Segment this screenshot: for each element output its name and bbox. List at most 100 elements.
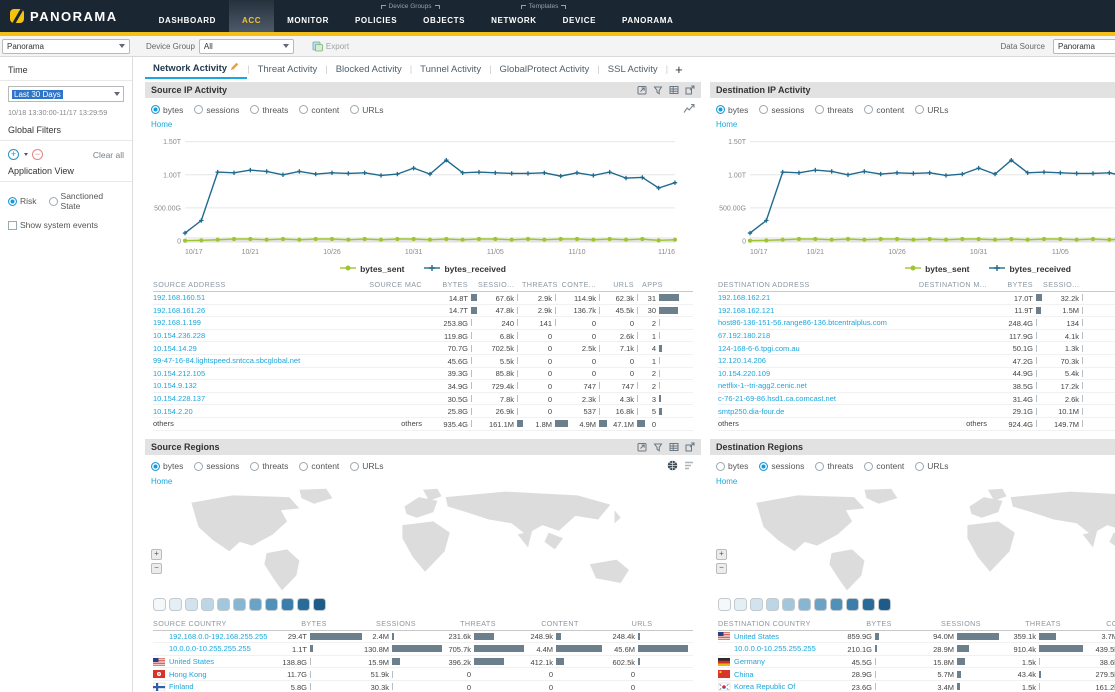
metric-radio-threats[interactable]: threats [815, 461, 853, 471]
metric-radio-threats[interactable]: threats [250, 105, 288, 115]
country-cell[interactable]: China [718, 670, 838, 679]
table-row[interactable]: China28.9G5.7M43.4k279.5k [718, 668, 1115, 681]
address-cell[interactable]: 10.154.236.228 [153, 331, 338, 340]
table-row[interactable]: 10.154.220.10944.9G5.4k [718, 368, 1115, 381]
nav-item-monitor[interactable]: MONITOR [274, 0, 342, 32]
table-row[interactable]: 10.154.228.13730.5G7.8k02.3k4.3k3 [153, 393, 693, 406]
continent-shape[interactable] [299, 488, 332, 503]
remove-filter-button[interactable]: − [32, 149, 43, 160]
metric-radio-bytes[interactable]: bytes [716, 105, 748, 115]
filter-icon[interactable] [653, 442, 663, 452]
address-cell[interactable]: 10.154.212.105 [153, 369, 338, 378]
continent-shape[interactable] [404, 497, 437, 518]
country-cell[interactable]: 10.0.0.0-10.255.255.255 [153, 644, 273, 653]
metric-radio-bytes[interactable]: bytes [716, 461, 748, 471]
country-name[interactable]: Finland [169, 682, 194, 691]
map-zoom-in-button[interactable]: + [151, 549, 162, 560]
continent-shape[interactable] [264, 549, 299, 590]
address-cell[interactable]: host86-136-151-56.range86-136.btcentralp… [718, 318, 903, 327]
country-name[interactable]: 192.168.0.0-192.168.255.255 [169, 632, 267, 641]
table-row[interactable]: 10.154.236.228119.8G6.8k002.6k1 [153, 330, 693, 343]
legend-bytes_sent[interactable]: bytes_sent [340, 264, 404, 274]
address-cell[interactable]: 10.154.2.20 [153, 407, 338, 416]
add-tab-button[interactable]: + [668, 62, 690, 77]
destination-regions-world-map[interactable]: +− [710, 486, 1115, 596]
breadcrumb-home-link[interactable]: Home [710, 118, 743, 129]
table-row[interactable]: 192.168.1.199253.8G240141002 [153, 317, 693, 330]
metric-radio-urls[interactable]: URLs [350, 105, 383, 115]
add-filter-caret-icon[interactable] [24, 153, 28, 156]
metric-radio-content[interactable]: content [299, 461, 339, 471]
continent-shape[interactable] [969, 497, 1002, 518]
metric-radio-sessions[interactable]: sessions [759, 461, 804, 471]
country-name[interactable]: China [734, 670, 754, 679]
nav-item-dashboard[interactable]: DASHBOARD [146, 0, 229, 32]
table-row[interactable]: Finland5.8G30.3k000 [153, 681, 693, 692]
address-cell[interactable]: 192.168.161.26 [153, 306, 338, 315]
breadcrumb-home-link[interactable]: Home [145, 475, 178, 486]
bar-view-icon[interactable] [684, 460, 695, 473]
risk-radio[interactable]: Risk [8, 196, 37, 206]
table-row[interactable]: Hong Kong11.7G51.9k000 [153, 668, 693, 681]
continent-shape[interactable] [590, 559, 629, 582]
continent-shape[interactable] [191, 495, 299, 551]
table-row[interactable]: 192.168.162.2117.0T32.2k [718, 292, 1115, 305]
metric-radio-sessions[interactable]: sessions [194, 461, 239, 471]
tab-threat-activity[interactable]: Threat Activity [250, 62, 326, 78]
tab-blocked-activity[interactable]: Blocked Activity [328, 62, 410, 78]
table-row[interactable]: United States138.8G15.9M396.2k412.1k602.… [153, 656, 693, 669]
country-cell[interactable]: 10.0.0.0-10.255.255.255 [718, 644, 838, 653]
export-panel-icon[interactable] [685, 85, 695, 95]
map-zoom-out-button[interactable]: − [716, 563, 727, 574]
address-cell[interactable]: 67.192.180.218 [718, 331, 903, 340]
popout-icon[interactable] [637, 442, 647, 452]
table-icon[interactable] [669, 442, 679, 452]
table-row[interactable]: 10.0.0.0-10.255.255.255210.1G28.9M910.4k… [718, 643, 1115, 656]
tab-tunnel-activity[interactable]: Tunnel Activity [412, 62, 489, 78]
table-row[interactable]: othersothers924.4G149.7M [718, 418, 1115, 431]
country-name[interactable]: 10.0.0.0-10.255.255.255 [169, 644, 251, 653]
nav-item-acc[interactable]: ACC [229, 0, 274, 32]
continent-shape[interactable] [1011, 491, 1115, 534]
filter-icon[interactable] [653, 85, 663, 95]
address-cell[interactable]: 10.154.220.109 [718, 369, 903, 378]
address-cell[interactable]: 192.168.162.21 [718, 293, 903, 302]
device-group-select[interactable]: All [199, 39, 294, 54]
country-cell[interactable]: 192.168.0.0-192.168.255.255 [153, 632, 273, 641]
metric-radio-sessions[interactable]: sessions [759, 105, 804, 115]
breadcrumb-home-link[interactable]: Home [710, 475, 743, 486]
table-row[interactable]: 192.168.162.12111.9T1.5M [718, 305, 1115, 318]
country-name[interactable]: Germany [734, 657, 765, 666]
address-cell[interactable]: 99-47-16-84.lightspeed.sntcca.sbcglobal.… [153, 356, 338, 365]
chart-settings-icon[interactable] [683, 103, 695, 116]
address-cell[interactable]: 192.168.162.121 [718, 306, 903, 315]
continent-shape[interactable] [518, 530, 532, 547]
metric-radio-urls[interactable]: URLs [915, 105, 948, 115]
country-cell[interactable]: Germany [718, 657, 838, 666]
table-row[interactable]: 67.192.180.218117.9G4.1k [718, 330, 1115, 343]
country-cell[interactable]: United States [718, 632, 838, 641]
metric-radio-urls[interactable]: URLs [350, 461, 383, 471]
address-cell[interactable]: 10.154.228.137 [153, 394, 338, 403]
table-row[interactable]: 10.0.0.0-10.255.255.2551.1T130.8M705.7k4… [153, 643, 693, 656]
add-filter-button[interactable]: + [8, 149, 19, 160]
table-row[interactable]: 192.168.0.0-192.168.255.25529.4T2.4M231.… [153, 631, 693, 644]
address-cell[interactable]: netflix-1--tri-agg2.cenic.net [718, 381, 903, 390]
country-cell[interactable]: United States [153, 657, 273, 666]
table-row[interactable]: smtp250.dia-four.de29.1G10.1M [718, 405, 1115, 418]
continent-shape[interactable] [756, 495, 864, 551]
address-cell[interactable]: smtp250.dia-four.de [718, 407, 903, 416]
legend-bytes_received[interactable]: bytes_received [424, 264, 505, 274]
metric-radio-content[interactable]: content [864, 461, 904, 471]
country-cell[interactable]: Hong Kong [153, 670, 273, 679]
edit-pencil-icon[interactable] [230, 62, 239, 74]
metric-radio-threats[interactable]: threats [815, 105, 853, 115]
continent-shape[interactable] [829, 549, 864, 590]
metric-radio-sessions[interactable]: sessions [194, 105, 239, 115]
legend-bytes_received[interactable]: bytes_received [989, 264, 1070, 274]
export-panel-icon[interactable] [685, 442, 695, 452]
table-icon[interactable] [669, 85, 679, 95]
map-view-globe-icon[interactable] [667, 460, 678, 473]
table-row[interactable]: 12.120.14.20647.2G70.3k [718, 355, 1115, 368]
metric-radio-content[interactable]: content [299, 105, 339, 115]
